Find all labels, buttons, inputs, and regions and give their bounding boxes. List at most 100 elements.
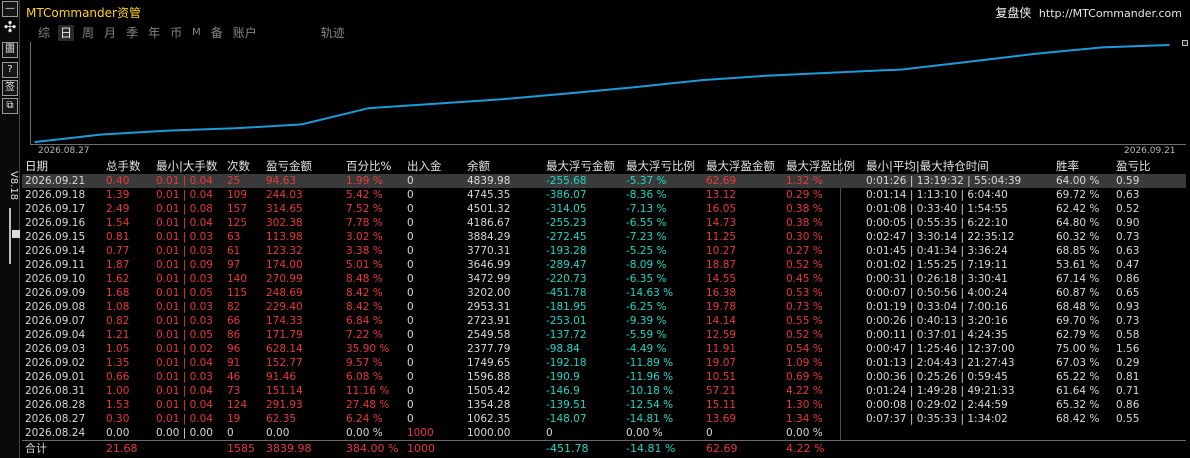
balance-point	[701, 79, 703, 81]
tab-account[interactable]: 账户	[231, 25, 259, 41]
table-cell: 0.00	[266, 427, 290, 439]
table-cell: 0.63	[1116, 245, 1140, 257]
table-cell: 11.25	[706, 231, 737, 243]
table-cell: 0:00:08 | 0:29:02 | 2:44:59	[866, 399, 1008, 411]
resize-handle-icon[interactable]	[1182, 40, 1188, 46]
column-header[interactable]: 百分比%	[346, 158, 391, 174]
table-row[interactable]: 2026.09.08 1.08 0.01 | 0.03 82 229.40 8.42 % 0…	[22, 300, 1186, 314]
toolbar-slider-track[interactable]	[9, 208, 11, 264]
table-cell: 2.49	[106, 203, 130, 215]
table-row[interactable]: 2026.09.17 2.49 0.01 | 0.08 157 314.65 7.52 %…	[22, 202, 1186, 216]
table-row[interactable]: 2026.09.10 1.62 0.01 | 0.03 140 270.99 8.48 %…	[22, 272, 1186, 286]
total-cell: -14.81 %	[626, 442, 676, 455]
column-header[interactable]: 最小|平均|最大持仓时间	[866, 158, 989, 174]
table-cell: 65.32 %	[1056, 399, 1100, 411]
table-cell: 0	[546, 427, 553, 439]
table-cell: 174.00	[266, 259, 303, 271]
table-cell: 1.21	[106, 329, 130, 341]
column-header[interactable]: 胜率	[1056, 158, 1079, 174]
table-cell: 2723.91	[467, 315, 511, 327]
table-cell: 0	[407, 399, 414, 411]
column-header[interactable]: 出入金	[407, 158, 442, 174]
table-row[interactable]: 2026.09.18 1.39 0.01 | 0.04 109 244.03 5.42 %…	[22, 188, 1186, 202]
column-header[interactable]: 余额	[467, 158, 490, 174]
table-row[interactable]: 2026.08.28 1.53 0.01 | 0.04 124 291.93 27.48 …	[22, 398, 1186, 412]
table-row[interactable]: 2026.08.24 0.00 0.00 | 0.00 0 0.00 0.00 % 1000…	[22, 426, 1186, 440]
table-cell: 0:01:26 | 13:19:32 | 55:04:39	[866, 175, 1022, 187]
tab-year[interactable]: 年	[146, 25, 162, 41]
table-cell: 13.69	[706, 413, 737, 425]
column-header[interactable]: 最大浮盈比例	[786, 158, 855, 174]
table-cell: 35.90 %	[346, 343, 390, 355]
table-cell: -139.51	[546, 399, 587, 411]
tab-note[interactable]: 备	[209, 25, 225, 41]
toolbar-slider-handle[interactable]	[12, 230, 20, 238]
restore-icon[interactable]: ⧉	[2, 98, 18, 114]
table-row[interactable]: 2026.08.31 1.00 0.01 | 0.04 73 151.14 11.16 %…	[22, 384, 1186, 398]
table-row[interactable]: 2026.09.16 1.54 0.01 | 0.04 125 302.38 7.78 %…	[22, 216, 1186, 230]
table-cell: 0.69 %	[786, 371, 823, 383]
table-row[interactable]: 2026.09.11 1.87 0.01 | 0.09 97 174.00 5.01 % 0…	[22, 258, 1186, 272]
table-cell: 2953.31	[467, 301, 511, 313]
column-header[interactable]: 次数	[227, 158, 250, 174]
table-cell: 97	[227, 259, 241, 271]
column-header[interactable]: 最小|大手数	[156, 158, 217, 174]
table-cell: 27.48 %	[346, 399, 390, 411]
column-header[interactable]: 总手数	[106, 158, 141, 174]
help-icon[interactable]: ?	[2, 62, 18, 78]
table-cell: -146.9	[546, 385, 580, 397]
tab-m[interactable]: M	[190, 25, 203, 41]
table-cell: 61.64 %	[1056, 385, 1100, 397]
table-cell: 5.42 %	[346, 189, 383, 201]
table-row[interactable]: 2026.09.03 1.05 0.01 | 0.02 96 628.14 35.90 %…	[22, 342, 1186, 356]
table-cell: 10.51	[706, 371, 737, 383]
table-cell: 157	[227, 203, 248, 215]
table-cell: 2026.09.04	[25, 329, 86, 341]
table-cell: 0	[407, 259, 414, 271]
table-row[interactable]: 2026.09.21 0.40 0.01 | 0.04 25 94.63 1.99 % 0 4…	[22, 174, 1186, 188]
brand-url[interactable]: http://MTCommander.com	[1039, 7, 1182, 20]
table-cell: 248.69	[266, 287, 303, 299]
table-total-row: 合计 21.68 1585 3839.98 384.00 % 1000 -451.78 -14…	[22, 440, 1186, 456]
column-header[interactable]: 日期	[25, 158, 48, 174]
checkin-icon[interactable]: 签	[2, 80, 18, 96]
table-row[interactable]: 2026.09.07 0.82 0.01 | 0.03 66 174.33 6.84 % 0…	[22, 314, 1186, 328]
table-cell: 0.01 | 0.03	[156, 301, 213, 313]
table-row[interactable]: 2026.09.04 1.21 0.01 | 0.05 86 171.79 7.22 % 0…	[22, 328, 1186, 342]
brand[interactable]: 复盘侠 http://MTCommander.com	[995, 4, 1182, 21]
column-header[interactable]: 盈亏比	[1116, 158, 1151, 174]
table-cell: 0	[227, 427, 234, 439]
table-cell: -255.68	[546, 175, 587, 187]
table-row[interactable]: 2026.09.14 0.77 0.01 | 0.03 61 123.32 3.38 % 0…	[22, 244, 1186, 258]
table-row[interactable]: 2026.09.02 1.35 0.01 | 0.04 91 152.77 9.57 % 0…	[22, 356, 1186, 370]
column-header[interactable]: 最大浮亏比例	[626, 158, 695, 174]
tab-day[interactable]: 日	[58, 25, 75, 41]
tab-quarter[interactable]: 季	[124, 25, 140, 41]
table-row[interactable]: 2026.08.27 0.30 0.01 | 0.04 19 62.35 6.24 % 0 1…	[22, 412, 1186, 426]
tab-all[interactable]: 综	[36, 25, 52, 41]
table-row[interactable]: 2026.09.15 0.81 0.01 | 0.03 63 113.98 3.02 % 0…	[22, 230, 1186, 244]
table-cell: -6.35 %	[626, 273, 667, 285]
column-header[interactable]: 最大浮亏金额	[546, 158, 615, 174]
table-row[interactable]: 2026.09.09 1.68 0.01 | 0.05 115 248.69 8.42 %…	[22, 286, 1186, 300]
table-cell: 68.85 %	[1056, 245, 1100, 257]
minus-icon[interactable]: —	[2, 1, 18, 17]
table-row[interactable]: 2026.09.01 0.66 0.01 | 0.03 46 91.46 6.08 % 0 1…	[22, 370, 1186, 384]
total-cell: -451.78	[546, 442, 589, 455]
tab-week[interactable]: 周	[80, 25, 96, 41]
table-cell: 0	[407, 301, 414, 313]
tab-month[interactable]: 月	[102, 25, 118, 41]
doc-icon[interactable]: 圕	[2, 42, 18, 58]
balance-point	[34, 141, 36, 143]
table-cell: -5.37 %	[626, 175, 667, 187]
table-cell: 12.59	[706, 329, 737, 341]
tab-track[interactable]: 轨迹	[319, 25, 347, 41]
move-icon[interactable]: ✣	[2, 20, 18, 36]
table-cell: 68.48 %	[1056, 301, 1100, 313]
table-cell: 1.32 %	[786, 175, 823, 187]
tab-currency[interactable]: 币	[168, 25, 184, 41]
table-cell: 0.52	[1116, 203, 1140, 215]
column-header[interactable]: 最大浮盈金额	[706, 158, 775, 174]
column-header[interactable]: 盈亏金额	[266, 158, 312, 174]
table-cell: 314.65	[266, 203, 303, 215]
